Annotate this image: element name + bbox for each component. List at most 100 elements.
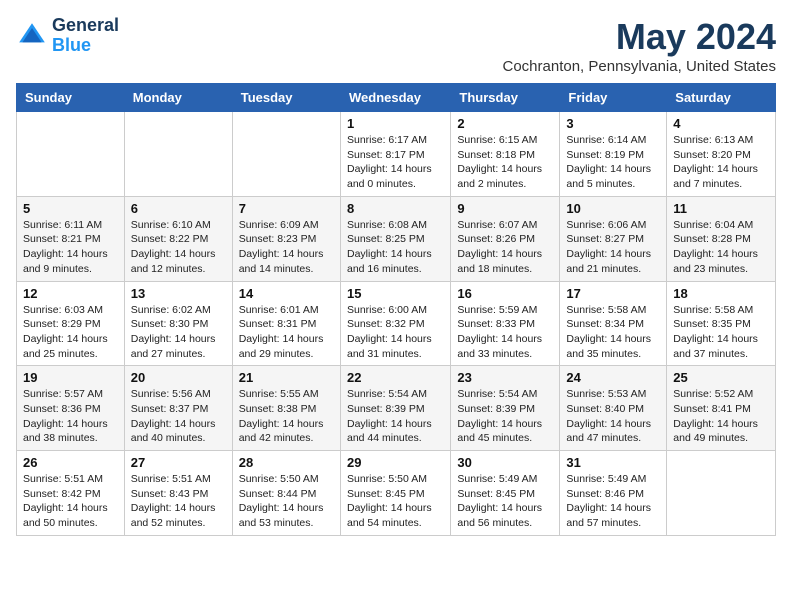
calendar-day-cell: 5 Sunrise: 6:11 AMSunset: 8:21 PMDaylight… [17,196,125,281]
day-number: 30 [457,455,553,470]
day-info: Sunrise: 5:56 AMSunset: 8:37 PMDaylight:… [131,387,226,446]
calendar-day-cell: 15 Sunrise: 6:00 AMSunset: 8:32 PMDayligh… [340,281,450,366]
calendar-day-cell: 24 Sunrise: 5:53 AMSunset: 8:40 PMDayligh… [560,366,667,451]
day-number: 5 [23,201,118,216]
day-number: 2 [457,116,553,131]
day-info: Sunrise: 5:53 AMSunset: 8:40 PMDaylight:… [566,387,660,446]
day-info: Sunrise: 5:59 AMSunset: 8:33 PMDaylight:… [457,303,553,362]
day-info: Sunrise: 6:08 AMSunset: 8:25 PMDaylight:… [347,218,444,277]
logo-text: General Blue [52,16,119,56]
calendar-day-cell: 22 Sunrise: 5:54 AMSunset: 8:39 PMDayligh… [340,366,450,451]
day-info: Sunrise: 6:14 AMSunset: 8:19 PMDaylight:… [566,133,660,192]
day-info: Sunrise: 6:06 AMSunset: 8:27 PMDaylight:… [566,218,660,277]
calendar-week-row: 12Sunrise: 6:03 AMSunset: 8:29 PMDayligh… [17,281,776,366]
day-info: Sunrise: 5:51 AMSunset: 8:43 PMDaylight:… [131,472,226,531]
day-info: Sunrise: 6:11 AMSunset: 8:21 PMDaylight:… [23,218,118,277]
calendar-day-cell: 28Sunrise: 5:50 AMSunset: 8:44 PMDayligh… [232,451,340,536]
calendar-day-cell [667,451,776,536]
weekday-header-cell: Saturday [667,84,776,112]
calendar-day-cell: 13 Sunrise: 6:02 AMSunset: 8:30 PMDayligh… [124,281,232,366]
day-number: 8 [347,201,444,216]
day-info: Sunrise: 6:15 AMSunset: 8:18 PMDaylight:… [457,133,553,192]
day-info: Sunrise: 6:02 AMSunset: 8:30 PMDaylight:… [131,303,226,362]
calendar-day-cell: 2 Sunrise: 6:15 AMSunset: 8:18 PMDaylight… [451,112,560,197]
day-info: Sunrise: 6:01 AMSunset: 8:31 PMDaylight:… [239,303,334,362]
calendar-day-cell: 27 Sunrise: 5:51 AMSunset: 8:43 PMDayligh… [124,451,232,536]
calendar-day-cell: 18 Sunrise: 5:58 AMSunset: 8:35 PMDayligh… [667,281,776,366]
calendar-day-cell: 11 Sunrise: 6:04 AMSunset: 8:28 PMDayligh… [667,196,776,281]
weekday-header-cell: Thursday [451,84,560,112]
day-number: 22 [347,370,444,385]
day-number: 21 [239,370,334,385]
weekday-header-cell: Tuesday [232,84,340,112]
day-number: 29 [347,455,444,470]
calendar-week-row: 5 Sunrise: 6:11 AMSunset: 8:21 PMDaylight… [17,196,776,281]
day-info: Sunrise: 5:50 AMSunset: 8:45 PMDaylight:… [347,472,444,531]
weekday-header-cell: Friday [560,84,667,112]
day-number: 26 [23,455,118,470]
day-info: Sunrise: 5:50 AMSunset: 8:44 PMDaylight:… [239,472,334,531]
location-title: Cochranton, Pennsylvania, United States [503,58,777,75]
day-number: 17 [566,286,660,301]
day-info: Sunrise: 6:00 AMSunset: 8:32 PMDaylight:… [347,303,444,362]
day-info: Sunrise: 6:13 AMSunset: 8:20 PMDaylight:… [673,133,769,192]
calendar-day-cell: 9Sunrise: 6:07 AMSunset: 8:26 PMDaylight… [451,196,560,281]
calendar-day-cell: 10 Sunrise: 6:06 AMSunset: 8:27 PMDayligh… [560,196,667,281]
calendar-day-cell: 23Sunrise: 5:54 AMSunset: 8:39 PMDayligh… [451,366,560,451]
day-number: 4 [673,116,769,131]
calendar-day-cell: 31 Sunrise: 5:49 AMSunset: 8:46 PMDayligh… [560,451,667,536]
day-number: 9 [457,201,553,216]
day-info: Sunrise: 5:58 AMSunset: 8:35 PMDaylight:… [673,303,769,362]
day-info: Sunrise: 5:49 AMSunset: 8:46 PMDaylight:… [566,472,660,531]
calendar-day-cell: 8 Sunrise: 6:08 AMSunset: 8:25 PMDaylight… [340,196,450,281]
day-number: 6 [131,201,226,216]
weekday-header-cell: Wednesday [340,84,450,112]
day-number: 20 [131,370,226,385]
calendar-day-cell [124,112,232,197]
calendar-day-cell: 30 Sunrise: 5:49 AMSunset: 8:45 PMDayligh… [451,451,560,536]
day-info: Sunrise: 5:54 AMSunset: 8:39 PMDaylight:… [347,387,444,446]
day-info: Sunrise: 6:10 AMSunset: 8:22 PMDaylight:… [131,218,226,277]
title-block: May 2024 Cochranton, Pennsylvania, Unite… [503,16,777,75]
day-info: Sunrise: 5:57 AMSunset: 8:36 PMDaylight:… [23,387,118,446]
calendar-day-cell: 26Sunrise: 5:51 AMSunset: 8:42 PMDayligh… [17,451,125,536]
day-number: 1 [347,116,444,131]
weekday-header-cell: Sunday [17,84,125,112]
calendar-week-row: 1 Sunrise: 6:17 AMSunset: 8:17 PMDaylight… [17,112,776,197]
calendar-day-cell: 20 Sunrise: 5:56 AMSunset: 8:37 PMDayligh… [124,366,232,451]
day-number: 24 [566,370,660,385]
calendar-day-cell: 14 Sunrise: 6:01 AMSunset: 8:31 PMDayligh… [232,281,340,366]
day-number: 18 [673,286,769,301]
day-info: Sunrise: 6:09 AMSunset: 8:23 PMDaylight:… [239,218,334,277]
calendar-day-cell: 25Sunrise: 5:52 AMSunset: 8:41 PMDayligh… [667,366,776,451]
day-number: 27 [131,455,226,470]
day-info: Sunrise: 6:17 AMSunset: 8:17 PMDaylight:… [347,133,444,192]
month-title: May 2024 [503,16,777,58]
calendar-day-cell: 29 Sunrise: 5:50 AMSunset: 8:45 PMDayligh… [340,451,450,536]
day-number: 31 [566,455,660,470]
day-number: 23 [457,370,553,385]
calendar-day-cell: 17Sunrise: 5:58 AMSunset: 8:34 PMDayligh… [560,281,667,366]
calendar-day-cell [17,112,125,197]
day-number: 14 [239,286,334,301]
calendar-day-cell: 1 Sunrise: 6:17 AMSunset: 8:17 PMDaylight… [340,112,450,197]
calendar-day-cell: 12Sunrise: 6:03 AMSunset: 8:29 PMDayligh… [17,281,125,366]
day-info: Sunrise: 5:49 AMSunset: 8:45 PMDaylight:… [457,472,553,531]
day-number: 15 [347,286,444,301]
page-header: General Blue May 2024 Cochranton, Pennsy… [16,16,776,75]
calendar-day-cell: 16 Sunrise: 5:59 AMSunset: 8:33 PMDayligh… [451,281,560,366]
day-number: 11 [673,201,769,216]
calendar-day-cell: 19Sunrise: 5:57 AMSunset: 8:36 PMDayligh… [17,366,125,451]
calendar-table: SundayMondayTuesdayWednesdayThursdayFrid… [16,83,776,536]
weekday-header-cell: Monday [124,84,232,112]
calendar-day-cell: 21Sunrise: 5:55 AMSunset: 8:38 PMDayligh… [232,366,340,451]
day-number: 10 [566,201,660,216]
day-number: 7 [239,201,334,216]
day-number: 16 [457,286,553,301]
day-number: 12 [23,286,118,301]
day-number: 13 [131,286,226,301]
day-info: Sunrise: 6:04 AMSunset: 8:28 PMDaylight:… [673,218,769,277]
calendar-day-cell: 3Sunrise: 6:14 AMSunset: 8:19 PMDaylight… [560,112,667,197]
logo-icon [16,20,48,52]
calendar-day-cell: 4 Sunrise: 6:13 AMSunset: 8:20 PMDaylight… [667,112,776,197]
